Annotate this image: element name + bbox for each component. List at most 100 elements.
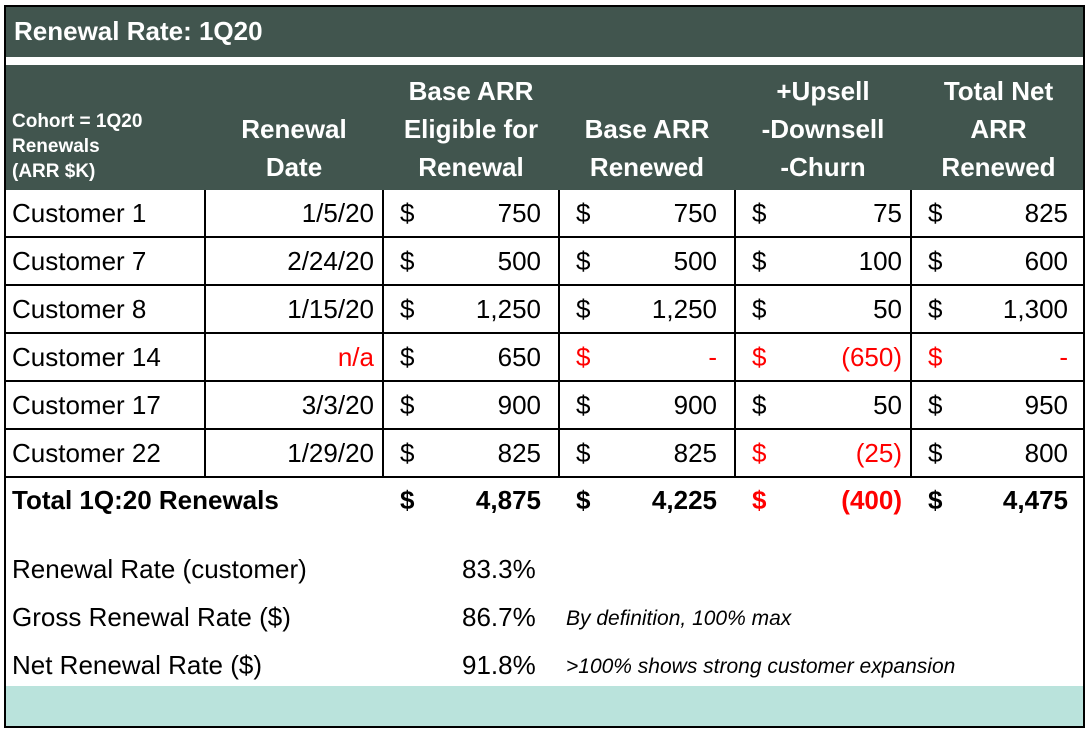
column-divider (910, 286, 912, 332)
header-renewal-date: Renewal Date (241, 114, 347, 182)
base-arr-renewed: - (708, 342, 717, 372)
column-divider (382, 382, 384, 428)
total-upsell-currency: $ (752, 485, 767, 515)
column-header-row: Cohort = 1Q20 Renewals (ARR $K) Renewal … (6, 65, 1083, 190)
column-divider (734, 238, 736, 284)
base-arr-eligible: 825 (497, 438, 541, 468)
base-arr-eligible: 500 (497, 246, 541, 276)
upsell-currency: $ (752, 294, 767, 324)
total-net-arr-renewed: 600 (1024, 246, 1068, 276)
upsell-currency: $ (752, 246, 767, 276)
title-band: Renewal Rate: 1Q20 (6, 7, 1083, 57)
table-row: Customer 22 1/29/20 $825 $825 $ (25) $800 (6, 430, 1083, 478)
column-divider (558, 238, 560, 284)
renewed-currency: $ (576, 198, 591, 228)
upsell-currency: $ (752, 342, 767, 372)
column-divider (558, 430, 560, 476)
eligible-currency: $ (400, 198, 415, 228)
total-net: 4,475 (1002, 485, 1068, 515)
renewal-date: 2/24/20 (287, 246, 374, 276)
eligible-currency: $ (400, 294, 415, 324)
header-cohort: Cohort = 1Q20 Renewals (ARR $K) (12, 111, 143, 182)
upsell-downsell-churn: 50 (873, 294, 902, 324)
renewal-date: 1/29/20 (287, 438, 374, 468)
total-net-currency: $ (928, 198, 943, 228)
renewal-date: 1/15/20 (287, 294, 374, 324)
upsell-downsell-churn: 100 (858, 246, 902, 276)
column-divider (204, 238, 206, 284)
column-divider (558, 286, 560, 332)
column-divider (204, 430, 206, 476)
table-title: Renewal Rate: 1Q20 (14, 16, 263, 46)
base-arr-renewed: 1,250 (651, 294, 717, 324)
upsell-downsell-churn: (25) (855, 438, 902, 468)
table-row: Customer 1 1/5/20 $750 $750 $75 $825 (6, 190, 1083, 238)
total-renewed-currency: $ (576, 485, 591, 515)
customer-name: Customer 14 (12, 342, 161, 372)
customer-name: Customer 1 (12, 198, 147, 228)
column-divider (910, 238, 912, 284)
table-row: Customer 8 1/15/20 $1,250 $1,250 $50 $1,300 (6, 286, 1083, 334)
header-base-arr-renewed: Base ARR Renewed (584, 114, 710, 182)
column-divider (382, 286, 384, 332)
renewed-currency: $ (576, 294, 591, 324)
column-divider (734, 190, 736, 236)
base-arr-eligible: 750 (497, 198, 541, 228)
metric-row-renewal-rate-customer: Renewal Rate (customer) 83.3% (6, 545, 1083, 593)
customer-name: Customer 7 (12, 246, 147, 276)
renewed-currency: $ (576, 438, 591, 468)
metric-label: Renewal Rate (customer) (12, 554, 307, 584)
metric-label: Gross Renewal Rate ($) (12, 602, 291, 632)
column-divider (734, 382, 736, 428)
total-net-currency: $ (928, 485, 943, 515)
metric-row-gross-renewal-rate: Gross Renewal Rate ($) 86.7% By definiti… (6, 593, 1083, 641)
eligible-currency: $ (400, 438, 415, 468)
customer-name: Customer 22 (12, 438, 161, 468)
column-divider (204, 190, 206, 236)
total-net-arr-renewed: 1,300 (1002, 294, 1068, 324)
total-net-arr-renewed: 800 (1024, 438, 1068, 468)
column-divider (204, 382, 206, 428)
total-net-arr-renewed: 825 (1024, 198, 1068, 228)
column-divider (204, 334, 206, 380)
total-net-currency: $ (928, 390, 943, 420)
column-divider (910, 430, 912, 476)
column-divider (910, 190, 912, 236)
renewed-currency: $ (576, 390, 591, 420)
column-divider (734, 334, 736, 380)
column-divider (558, 382, 560, 428)
eligible-currency: $ (400, 246, 415, 276)
customer-name: Customer 17 (12, 390, 161, 420)
table-row: Customer 17 3/3/20 $900 $900 $50 $950 (6, 382, 1083, 430)
base-arr-renewed: 500 (673, 246, 717, 276)
column-divider (382, 430, 384, 476)
header-total-net-arr: Total Net ARR Renewed (941, 76, 1056, 182)
column-divider (382, 190, 384, 236)
total-eligible: 4,875 (475, 485, 541, 515)
total-net-currency: $ (928, 294, 943, 324)
column-divider (204, 286, 206, 332)
renewal-date: n/a (337, 342, 374, 372)
renewal-date: 3/3/20 (301, 390, 374, 420)
header-base-arr-eligible: Base ARR Eligible for Renewal (403, 76, 539, 182)
column-divider (558, 334, 560, 380)
base-arr-eligible: 650 (497, 342, 541, 372)
eligible-currency: $ (400, 390, 415, 420)
base-arr-eligible: 1,250 (475, 294, 541, 324)
total-eligible-currency: $ (400, 485, 415, 515)
metric-value: 91.8% (462, 650, 536, 680)
total-label: Total 1Q:20 Renewals (12, 485, 279, 515)
upsell-downsell-churn: (650) (841, 342, 902, 372)
metric-note: >100% shows strong customer expansion (566, 655, 956, 678)
upsell-downsell-churn: 50 (873, 390, 902, 420)
table-row: Customer 14 n/a $650 $ - $ (650) $ - (6, 334, 1083, 382)
total-renewed: 4,225 (651, 485, 717, 515)
base-arr-renewed: 900 (673, 390, 717, 420)
renewed-currency: $ (576, 342, 591, 372)
base-arr-renewed: 750 (673, 198, 717, 228)
eligible-currency: $ (400, 342, 415, 372)
footer-band (6, 686, 1083, 726)
column-divider (382, 238, 384, 284)
base-arr-renewed: 825 (673, 438, 717, 468)
header-upsell-downsell-churn: +Upsell -Downsell -Churn (761, 76, 885, 182)
